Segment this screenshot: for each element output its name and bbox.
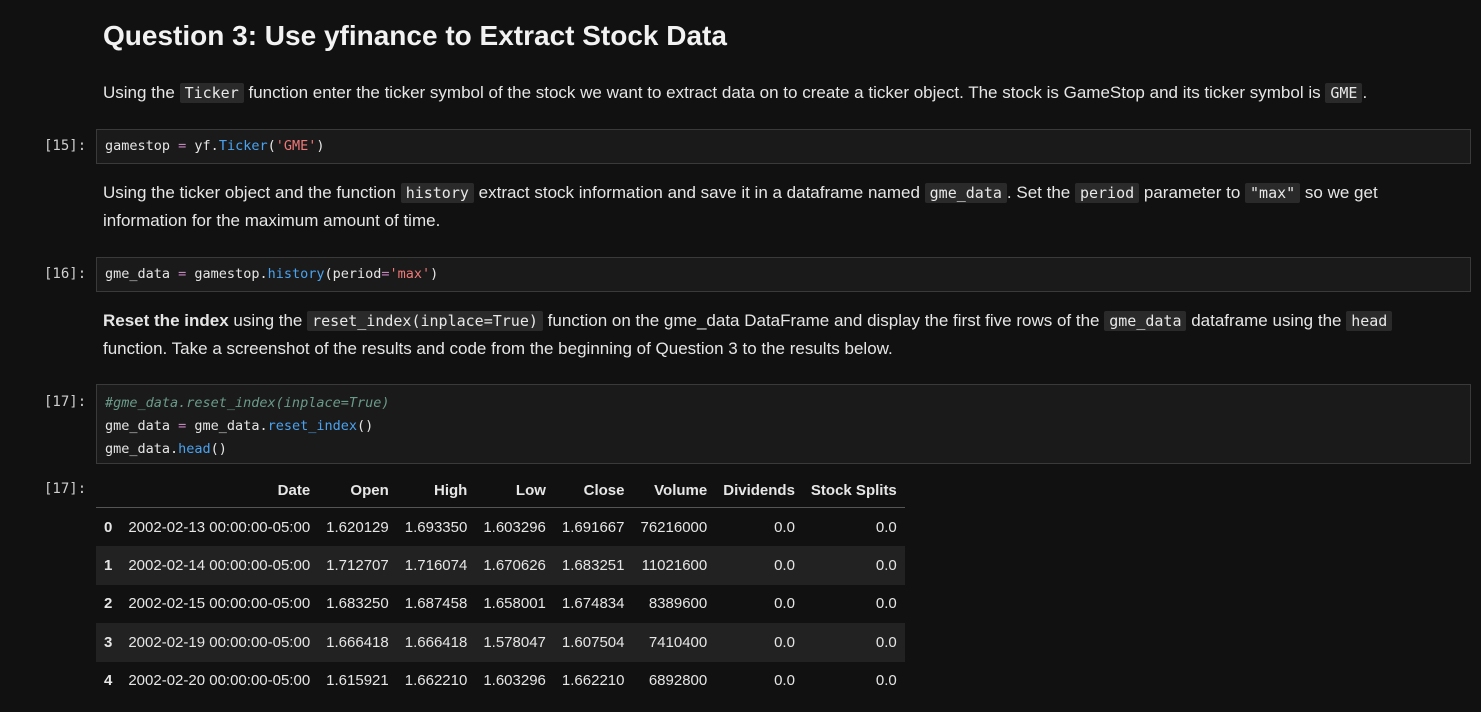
text: function. Take a screenshot of the resul… [103, 339, 893, 358]
cell: 2002-02-20 00:00:00-05:00 [128, 672, 311, 690]
text: function enter the ticker symbol of the … [248, 83, 1321, 102]
cell: 1.607504 [561, 633, 625, 651]
text: . [1362, 83, 1368, 102]
cell: 2002-02-14 00:00:00-05:00 [128, 556, 311, 574]
cell: 0.0 [875, 633, 897, 651]
code-line: gme_data.head() [105, 441, 227, 457]
cell-prompt: [16]: [44, 266, 87, 282]
cell: 0.0 [875, 672, 897, 690]
inline-code: "max" [1245, 183, 1301, 203]
text: dataframe using the [1191, 311, 1342, 330]
column-header [96, 474, 121, 508]
cell: 2002-02-15 00:00:00-05:00 [128, 595, 311, 613]
row-index: 0 [104, 518, 113, 536]
cell: 7410400 [648, 633, 708, 651]
table-row: 1 2002-02-14 00:00:00-05:00 1.712707 1.7… [96, 546, 905, 585]
column-header: Stock Splits [802, 474, 905, 508]
section-heading: Question 3: Use yfinance to Extract Stoc… [103, 20, 727, 51]
cell: 2002-02-19 00:00:00-05:00 [128, 633, 311, 651]
row-index: 4 [104, 672, 113, 690]
cell: 1.683250 [326, 595, 389, 613]
cell: 1.693350 [404, 518, 468, 536]
column-header: Open [318, 474, 397, 508]
inline-code: head [1346, 311, 1393, 331]
cell: 1.691667 [561, 518, 625, 536]
code-cell-17[interactable]: #gme_data.reset_index(inplace=True) gme_… [96, 384, 1471, 464]
code-cell-16[interactable]: gme_data = gamestop.history(period='max'… [96, 257, 1471, 292]
code-line: gme_data = gamestop.history(period='max'… [105, 266, 439, 282]
code-line: gamestop = yf.Ticker('GME') [105, 138, 325, 154]
text: parameter to [1143, 183, 1241, 202]
cell: 0.0 [774, 556, 795, 574]
inline-code: history [400, 183, 474, 203]
cell: 1.687458 [404, 595, 468, 613]
cell: 0.0 [875, 556, 897, 574]
text: using the [233, 311, 303, 330]
cell: 11021600 [641, 556, 708, 574]
cell: 1.670626 [483, 556, 546, 574]
text: . Set the [1006, 183, 1071, 202]
table-header-row: Date Open High Low Close Volume Dividend… [96, 474, 905, 508]
cell: 1.662210 [404, 672, 468, 690]
cell: 6892800 [648, 672, 708, 690]
cell: 0.0 [875, 518, 897, 536]
cell: 0.0 [774, 518, 795, 536]
inline-code: GME [1325, 83, 1363, 103]
output-prompt: [17]: [44, 481, 87, 497]
cell: 1.620129 [326, 518, 389, 536]
inline-code: gme_data [1104, 311, 1187, 331]
text: Using the ticker object and the function [103, 183, 396, 202]
cell: 1.666418 [404, 633, 468, 651]
text: function on the gme_data DataFrame and d… [547, 311, 1100, 330]
dataframe-output: Date Open High Low Close Volume Dividend… [96, 474, 905, 700]
column-header: Close [553, 474, 633, 508]
code-cell-15[interactable]: gamestop = yf.Ticker('GME') [96, 129, 1471, 164]
cell: 1.603296 [483, 518, 546, 536]
cell: 0.0 [774, 595, 795, 613]
row-index: 2 [104, 595, 113, 613]
markdown-para-history: Using the ticker object and the function… [103, 179, 1441, 235]
table-row: 4 2002-02-20 00:00:00-05:00 1.615921 1.6… [96, 662, 905, 701]
cell: 1.666418 [326, 633, 389, 651]
inline-code: period [1074, 183, 1140, 203]
code-line: gme_data = gme_data.reset_index() [105, 418, 374, 434]
cell: 76216000 [640, 518, 708, 536]
cell: 1.683251 [561, 556, 625, 574]
inline-code: Ticker [179, 83, 244, 103]
column-header: Dividends [715, 474, 803, 508]
cell: 1.615921 [326, 672, 389, 690]
table-row: 0 2002-02-13 00:00:00-05:00 1.620129 1.6… [96, 508, 905, 547]
row-index: 1 [104, 556, 113, 574]
column-header: Volume [632, 474, 716, 508]
cell: 1.658001 [483, 595, 546, 613]
inline-code: gme_data [924, 183, 1007, 203]
cell: 0.0 [774, 633, 795, 651]
table-row: 3 2002-02-19 00:00:00-05:00 1.666418 1.6… [96, 623, 905, 662]
code-comment: #gme_data.reset_index(inplace=True) [105, 395, 390, 411]
row-index: 3 [104, 633, 113, 651]
column-header: Low [475, 474, 554, 508]
cell: 2002-02-13 00:00:00-05:00 [128, 518, 311, 536]
table-row: 2 2002-02-15 00:00:00-05:00 1.683250 1.6… [96, 585, 905, 624]
text: extract stock information and save it in… [478, 183, 920, 202]
column-header: High [396, 474, 476, 508]
cell: 0.0 [875, 595, 897, 613]
cell: 8389600 [648, 595, 708, 613]
cell: 1.603296 [483, 672, 546, 690]
cell: 1.674834 [561, 595, 625, 613]
text: Using the [103, 83, 175, 102]
cell: 1.662210 [561, 672, 625, 690]
cell: 1.578047 [483, 633, 546, 651]
bold-text: Reset the index [103, 311, 229, 330]
cell: 1.712707 [326, 556, 389, 574]
cell-prompt: [17]: [44, 394, 87, 410]
markdown-para-ticker: Using the Ticker function enter the tick… [103, 79, 1441, 107]
inline-code: reset_index(inplace=True) [307, 311, 543, 331]
cell: 0.0 [774, 672, 795, 690]
cell: 1.716074 [404, 556, 468, 574]
markdown-para-reset-index: Reset the index using the reset_index(in… [103, 307, 1441, 363]
column-header: Date [120, 474, 319, 508]
cell-prompt: [15]: [44, 138, 87, 154]
